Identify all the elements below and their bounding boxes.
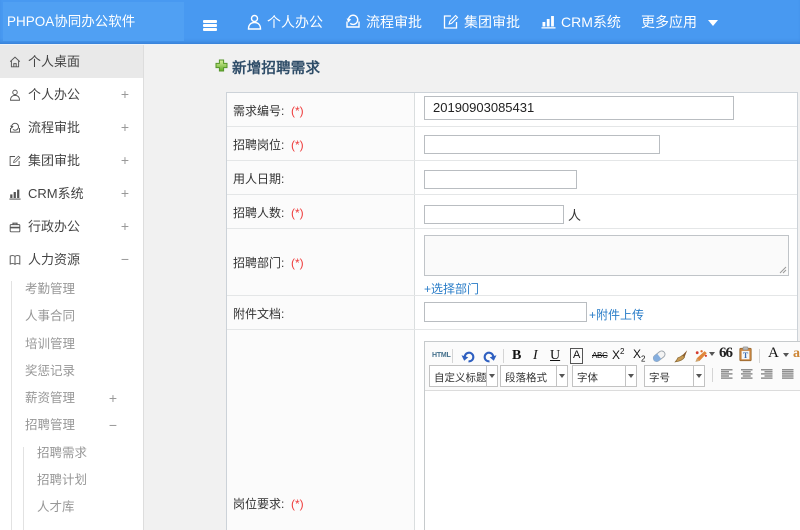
svg-text:T: T <box>743 351 749 360</box>
